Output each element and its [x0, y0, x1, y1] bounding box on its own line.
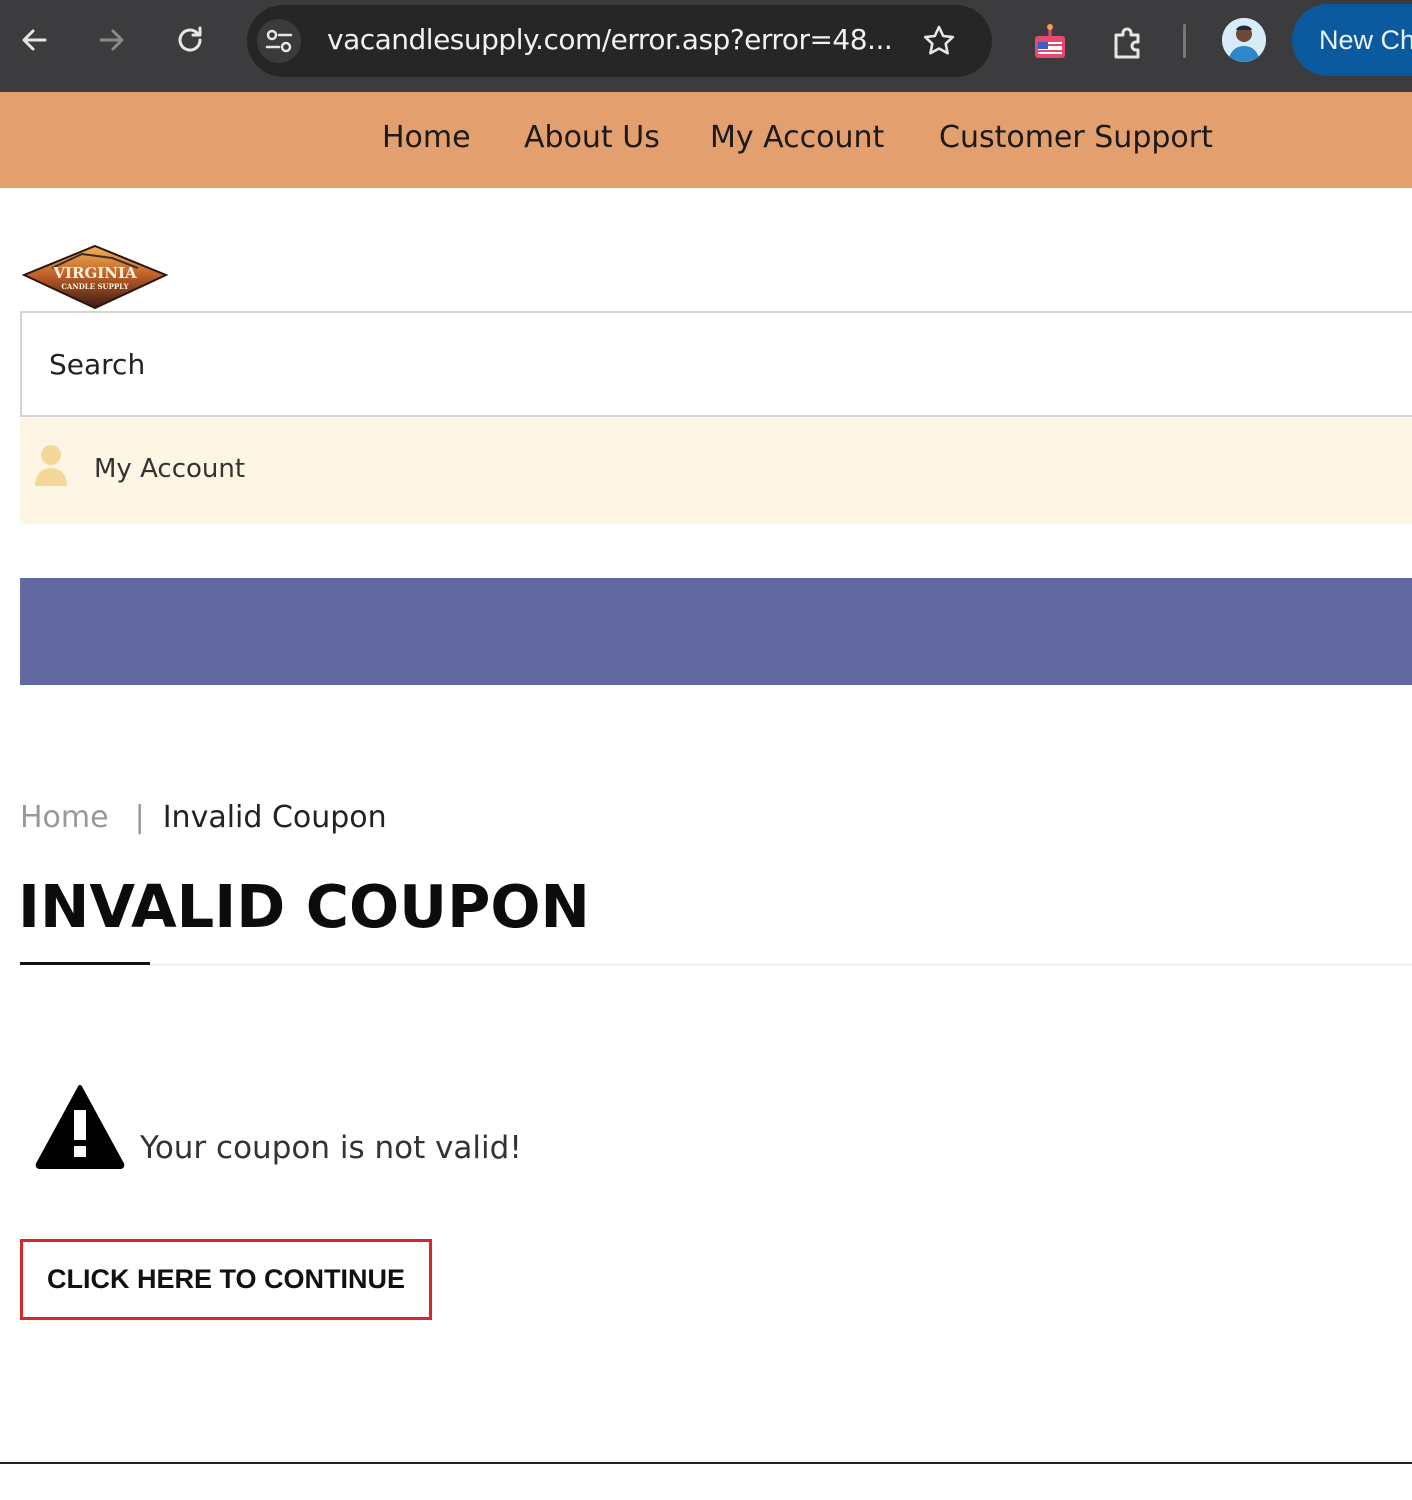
- new-chrome-button[interactable]: New Chr: [1292, 4, 1412, 76]
- nav-my-account[interactable]: My Account: [710, 120, 884, 155]
- forward-arrow-icon[interactable]: [92, 20, 132, 60]
- profile-avatar-icon[interactable]: [1222, 18, 1266, 62]
- svg-text:CANDLE SUPPLY: CANDLE SUPPLY: [61, 282, 129, 291]
- back-arrow-icon[interactable]: [14, 20, 54, 60]
- bookmark-star-icon[interactable]: [919, 21, 959, 61]
- nav-customer-support[interactable]: Customer Support: [939, 120, 1213, 155]
- error-message: Your coupon is not valid!: [140, 1130, 522, 1166]
- promo-banner: [20, 578, 1412, 685]
- search-box: [20, 311, 1412, 417]
- user-icon: [35, 445, 67, 486]
- address-bar[interactable]: vacandlesupply.com/error.asp?error=48...: [247, 5, 992, 77]
- breadcrumb: Home | Invalid Coupon: [20, 800, 387, 835]
- site-settings-icon[interactable]: [257, 19, 301, 63]
- title-divider: [20, 964, 1412, 965]
- title-underline-accent: [20, 962, 150, 965]
- search-input[interactable]: [47, 343, 651, 385]
- site-logo[interactable]: VIRGINIA CANDLE SUPPLY: [21, 244, 169, 310]
- nav-about-us[interactable]: About Us: [524, 120, 660, 155]
- browser-toolbar: vacandlesupply.com/error.asp?error=48...…: [0, 0, 1412, 92]
- account-bar[interactable]: My Account: [20, 418, 1412, 524]
- reload-icon[interactable]: [170, 20, 210, 60]
- continue-button[interactable]: CLICK HERE TO CONTINUE: [20, 1239, 432, 1320]
- breadcrumb-separator: |: [134, 800, 145, 835]
- breadcrumb-home[interactable]: Home: [20, 800, 109, 835]
- svg-text:VIRGINIA: VIRGINIA: [52, 264, 137, 282]
- footer-divider: [0, 1462, 1412, 1464]
- my-account-link[interactable]: My Account: [94, 454, 245, 484]
- breadcrumb-current: Invalid Coupon: [162, 800, 387, 835]
- site-top-nav: Home About Us My Account Customer Suppor…: [0, 92, 1412, 188]
- extension-flag-icon[interactable]: [1027, 20, 1071, 64]
- warning-icon: [35, 1085, 125, 1169]
- page-title: INVALID COUPON: [18, 872, 590, 941]
- toolbar-divider: [1183, 24, 1186, 58]
- puzzle-extensions-icon[interactable]: [1106, 20, 1150, 64]
- url-text: vacandlesupply.com/error.asp?error=48...: [327, 23, 893, 56]
- nav-home[interactable]: Home: [382, 120, 471, 155]
